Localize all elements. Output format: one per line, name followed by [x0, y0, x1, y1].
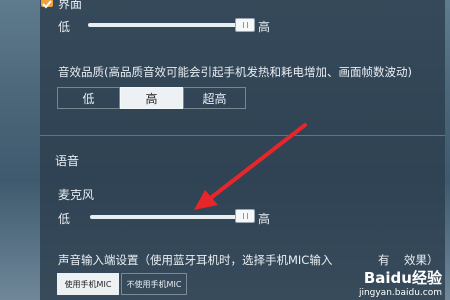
- section-divider: [40, 135, 445, 136]
- display-slider-track[interactable]: [88, 23, 253, 27]
- slider-min-label: 低: [58, 20, 71, 34]
- audio-quality-high-option[interactable]: 高: [120, 87, 183, 109]
- audio-quality-low-option[interactable]: 低: [57, 87, 120, 109]
- audio-quality-ultra-option[interactable]: 超高: [183, 87, 246, 109]
- mic-label: 麦克风: [58, 188, 95, 202]
- display-slider-thumb[interactable]: [235, 18, 255, 32]
- slider-max-label: 高: [258, 20, 271, 34]
- watermark-brand: Baidu: [363, 269, 412, 287]
- mic-slider-thumb[interactable]: [235, 209, 255, 223]
- checkbox-checked-icon[interactable]: [41, 0, 53, 9]
- section-title-voice: 语音: [55, 154, 80, 168]
- mic-slider-track[interactable]: [90, 215, 253, 219]
- input-setting-label-end: 效果）: [404, 253, 439, 267]
- mic-slider-min-label: 低: [58, 212, 71, 226]
- watermark-brand-suffix: 经验: [411, 269, 442, 287]
- no-phone-mic-button[interactable]: 不使用手机MIC: [121, 273, 187, 295]
- section-label-display: 界面: [58, 0, 83, 11]
- use-phone-mic-button[interactable]: 使用手机MIC: [57, 273, 119, 295]
- audio-quality-label: 音效品质(高品质音效可能会引起手机发热和耗电增加、画面帧数波动): [58, 65, 412, 79]
- input-setting-label: 声音输入端设置（使用蓝牙耳机时，选择手机MIC输入: [58, 253, 333, 267]
- watermark: Baidu经验 jingyan.baidu.com: [359, 267, 442, 298]
- input-setting-label-tail: 有: [378, 253, 390, 267]
- watermark-url: jingyan.baidu.com: [358, 288, 442, 298]
- mic-slider-max-label: 高: [258, 212, 271, 226]
